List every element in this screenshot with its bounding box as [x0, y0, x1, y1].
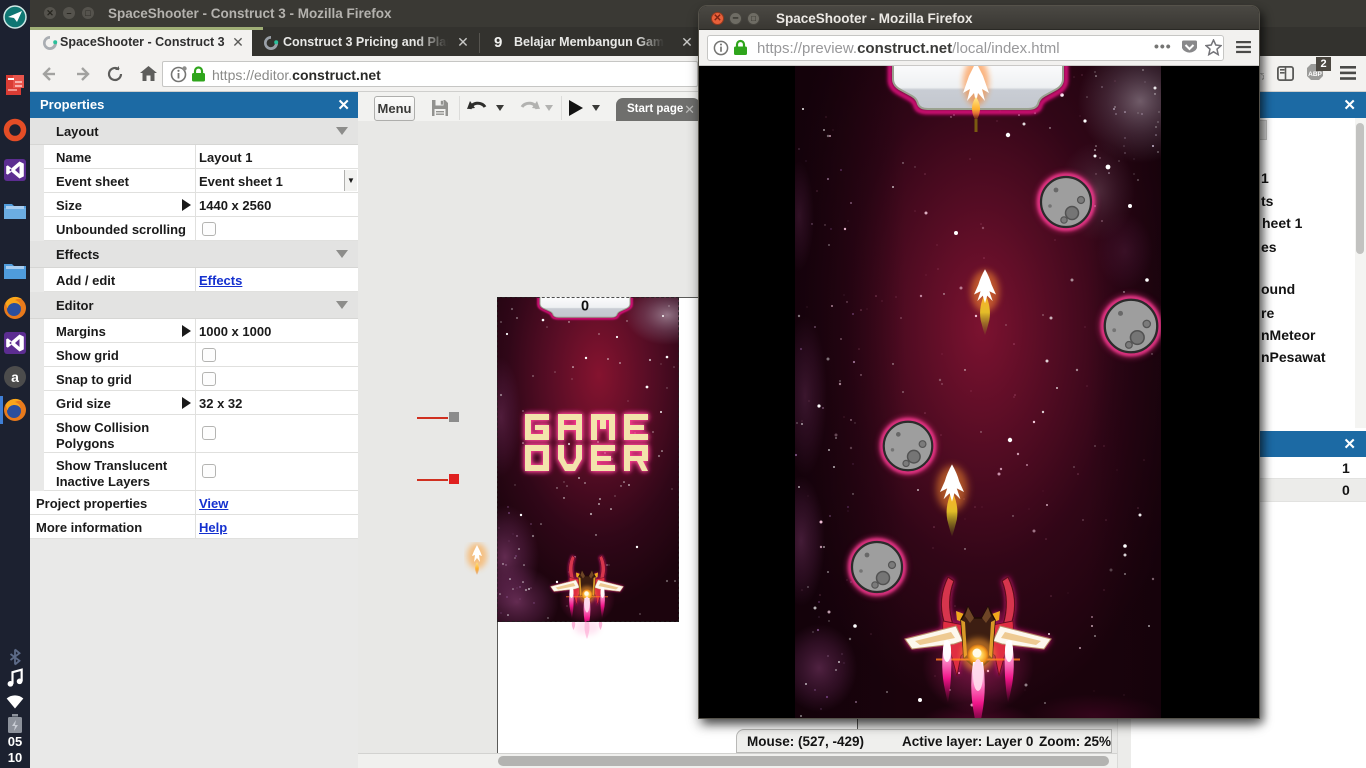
- svg-text:ABP: ABP: [1308, 71, 1322, 78]
